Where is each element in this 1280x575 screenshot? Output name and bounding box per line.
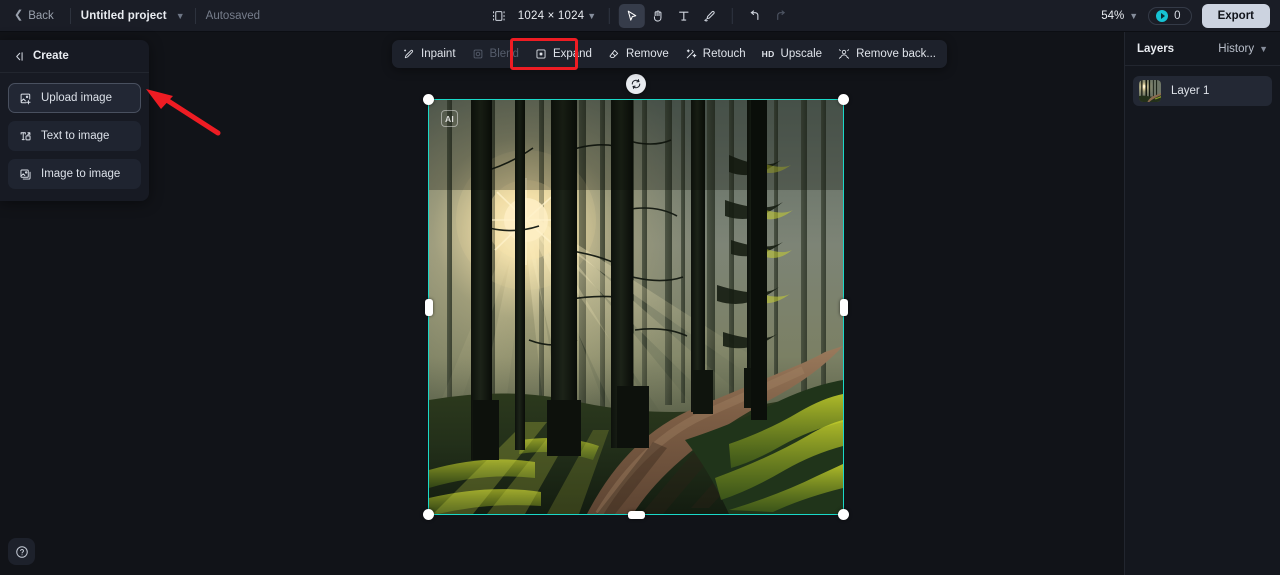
layers-panel-title: Layers (1137, 42, 1175, 55)
upload-image-icon (19, 92, 32, 105)
project-name: Untitled project (80, 9, 167, 22)
topbar-left-group: ❮ Back Untitled project ▼ Autosaved (0, 6, 260, 26)
create-panel: Create Upload image Text to image Image … (0, 40, 149, 201)
topbar-center-group: 1024 × 1024 ▼ (486, 3, 794, 28)
chevron-down-icon: ▼ (1259, 43, 1268, 54)
hand-tool[interactable] (645, 4, 671, 28)
toolbar-expand-label: Expand (552, 48, 592, 60)
divider (609, 7, 611, 24)
forest-image: AI (429, 100, 843, 514)
help-button[interactable] (8, 538, 35, 565)
tab-history-label: History (1218, 42, 1255, 55)
toolbar-upscale[interactable]: HD Upscale (754, 43, 830, 65)
layer-name: Layer 1 (1171, 85, 1210, 97)
resize-handle-top-right[interactable] (838, 94, 849, 105)
refresh-generation-button[interactable] (626, 74, 646, 94)
select-tool[interactable] (619, 3, 646, 28)
top-bar: ❮ Back Untitled project ▼ Autosaved 1024… (0, 0, 1280, 32)
toolbar-blend-label: Blend (489, 48, 519, 60)
remove-icon (608, 48, 620, 60)
resize-handle-left[interactable] (425, 299, 433, 316)
retouch-icon (685, 48, 697, 60)
sidebar-item-upload-image-label: Upload image (41, 92, 112, 104)
toolbar-remove-label: Remove (625, 48, 669, 60)
toolbar-retouch-label: Retouch (702, 48, 746, 60)
back-button[interactable]: ❮ Back (8, 6, 60, 26)
chevron-down-icon[interactable]: ▼ (587, 11, 596, 21)
image-object[interactable]: AI (423, 94, 849, 520)
toolbar-upscale-label: Upscale (780, 48, 823, 60)
divider (194, 7, 196, 24)
layers-panel-header: Layers History ▼ (1125, 32, 1280, 66)
credits-count: 0 (1174, 10, 1181, 22)
chevron-down-icon[interactable]: ▼ (176, 11, 185, 21)
image-to-image-icon (19, 168, 32, 181)
list-item[interactable]: Layer 1 (1133, 76, 1272, 106)
divider (732, 7, 734, 24)
expand-icon (535, 48, 547, 60)
autosave-status: Autosaved (205, 9, 261, 22)
tab-history[interactable]: History ▼ (1218, 43, 1268, 55)
resize-handle-bottom[interactable] (628, 511, 645, 519)
resize-handle-bottom-left[interactable] (423, 509, 434, 520)
credits-badge[interactable]: 0 (1148, 7, 1192, 25)
zoom-level: 54% (1101, 10, 1125, 22)
blend-icon (472, 48, 484, 60)
toolbar-remove-background-label: Remove back... (856, 48, 936, 60)
sidebar-item-upload-image[interactable]: Upload image (8, 83, 141, 113)
collapse-panel-icon[interactable] (12, 50, 25, 63)
app-root: ❮ Back Untitled project ▼ Autosaved 1024… (0, 0, 1280, 575)
toolbar-remove-background[interactable]: Remove back... (830, 43, 944, 65)
layers-list: Layer 1 (1125, 66, 1280, 116)
toolbar-inpaint-label: Inpaint (421, 48, 456, 60)
divider (69, 7, 71, 24)
text-tool[interactable] (671, 4, 697, 28)
chevron-left-icon: ❮ (14, 9, 24, 21)
resize-handle-right[interactable] (840, 299, 848, 316)
canvas-size-label: 1024 × 1024 (517, 9, 585, 22)
create-panel-body: Upload image Text to image Image to imag… (0, 73, 149, 191)
resize-handle-top-left[interactable] (423, 94, 434, 105)
resize-handle-bottom-right[interactable] (838, 509, 849, 520)
text-to-image-icon (19, 130, 32, 143)
back-label: Back (28, 9, 54, 22)
toolbar-remove[interactable]: Remove (600, 43, 677, 65)
layers-panel: Layers History ▼ Layer 1 (1124, 32, 1280, 575)
hd-upscale-icon: HD (761, 49, 775, 59)
create-panel-title: Create (33, 50, 69, 62)
toolbar-blend[interactable]: Blend (464, 43, 527, 65)
inpaint-icon (403, 48, 415, 60)
canvas-size-icon[interactable] (486, 4, 512, 28)
credit-coin-icon (1156, 10, 1169, 22)
edit-toolbar: Inpaint Blend Expand Remove Retouch HD U… (392, 40, 947, 68)
sidebar-item-text-to-image[interactable]: Text to image (8, 121, 141, 151)
ai-badge: AI (441, 110, 458, 127)
sidebar-item-image-to-image-label: Image to image (41, 168, 121, 180)
sidebar-item-image-to-image[interactable]: Image to image (8, 159, 141, 189)
toolbar-inpaint[interactable]: Inpaint (395, 43, 464, 65)
toolbar-retouch[interactable]: Retouch (677, 43, 754, 65)
export-button[interactable]: Export (1201, 4, 1270, 28)
undo-tool[interactable] (742, 4, 768, 28)
brush-tool[interactable] (697, 4, 723, 28)
redo-tool[interactable] (768, 4, 794, 28)
sidebar-item-text-to-image-label: Text to image (41, 130, 110, 142)
layer-thumbnail (1139, 80, 1161, 102)
chevron-down-icon[interactable]: ▼ (1129, 11, 1138, 21)
remove-background-icon (838, 48, 850, 60)
topbar-right-group: 54% ▼ 0 Export (1101, 0, 1270, 32)
create-panel-header: Create (0, 40, 149, 73)
toolbar-expand[interactable]: Expand (527, 43, 600, 65)
